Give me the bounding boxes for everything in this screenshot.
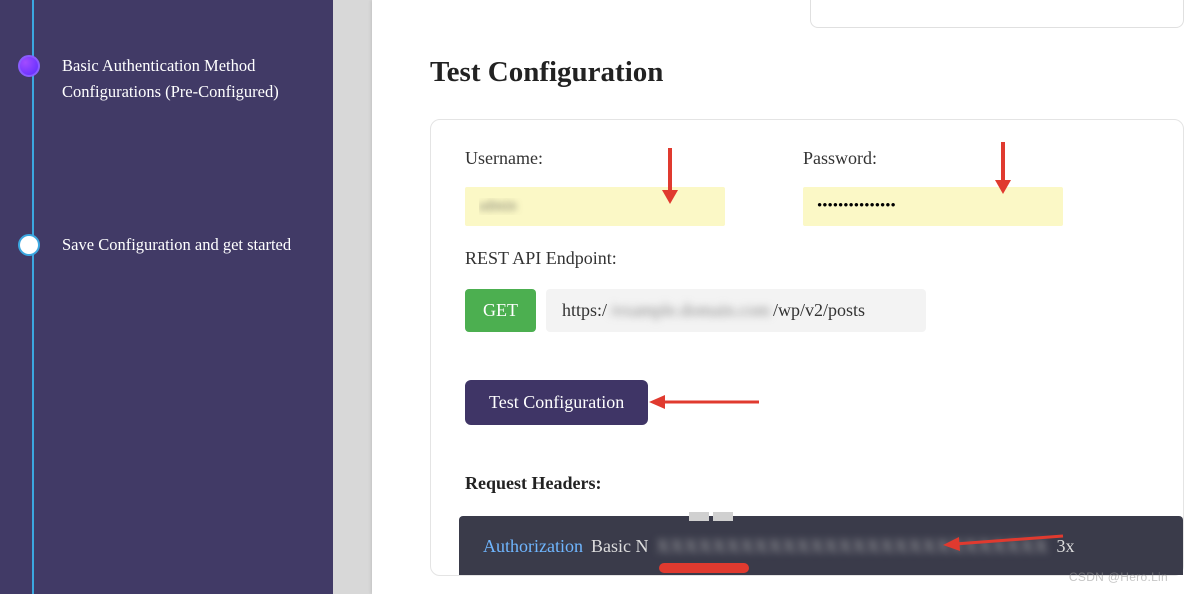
password-label: Password: <box>803 148 1063 169</box>
rest-endpoint-label: REST API Endpoint: <box>465 248 1149 269</box>
step-label: Basic Authentication Method Configuratio… <box>62 53 303 104</box>
test-config-card: Username: Password: REST API Endpoint: G… <box>430 119 1184 576</box>
http-method-badge: GET <box>465 289 536 332</box>
annotation-arrow-icon <box>643 392 763 412</box>
username-label: Username: <box>465 148 725 169</box>
endpoint-suffix: /wp/v2/posts <box>773 300 865 321</box>
username-field-group: Username: <box>465 148 725 226</box>
sidebar-step-save-config[interactable]: Save Configuration and get started <box>18 234 303 258</box>
section-title: Test Configuration <box>430 56 1184 89</box>
test-configuration-button[interactable]: Test Configuration <box>465 380 648 425</box>
redaction-scribble-icon <box>659 563 749 573</box>
password-input[interactable] <box>803 187 1063 226</box>
auth-header-hidden-token: XXXXXXXXXXXXXXXXXXXXXXXXXXXX <box>656 536 1048 557</box>
auth-header-key: Authorization <box>483 536 583 557</box>
endpoint-prefix: https:/ <box>562 300 607 321</box>
sidebar-step-auth-config[interactable]: Basic Authentication Method Configuratio… <box>18 55 303 104</box>
username-input[interactable] <box>465 187 725 226</box>
auth-header-suffix: 3x <box>1056 536 1074 557</box>
request-headers-box: Authorization Basic N XXXXXXXXXXXXXXXXXX… <box>459 516 1183 575</box>
endpoint-input[interactable]: https:/ /example.domain.com /wp/v2/posts <box>546 289 926 332</box>
watermark-text: CSDN @Hero.Lin <box>1069 570 1168 584</box>
endpoint-hidden-host: /example.domain.com <box>610 300 770 321</box>
previous-card-edge <box>810 0 1184 28</box>
panel-divider <box>333 0 378 594</box>
redaction-blocks-icon <box>689 512 733 521</box>
step-dot-active-icon <box>18 55 40 77</box>
password-field-group: Password: <box>803 148 1063 226</box>
main-content: Test Configuration Username: Password: <box>378 0 1184 594</box>
request-headers-label: Request Headers: <box>465 473 1149 494</box>
step-label: Save Configuration and get started <box>62 232 291 258</box>
endpoint-row: GET https:/ /example.domain.com /wp/v2/p… <box>465 289 1149 332</box>
step-dot-icon <box>18 234 40 256</box>
auth-header-prefix: Basic N <box>591 536 649 557</box>
sidebar: Basic Authentication Method Configuratio… <box>0 0 333 594</box>
